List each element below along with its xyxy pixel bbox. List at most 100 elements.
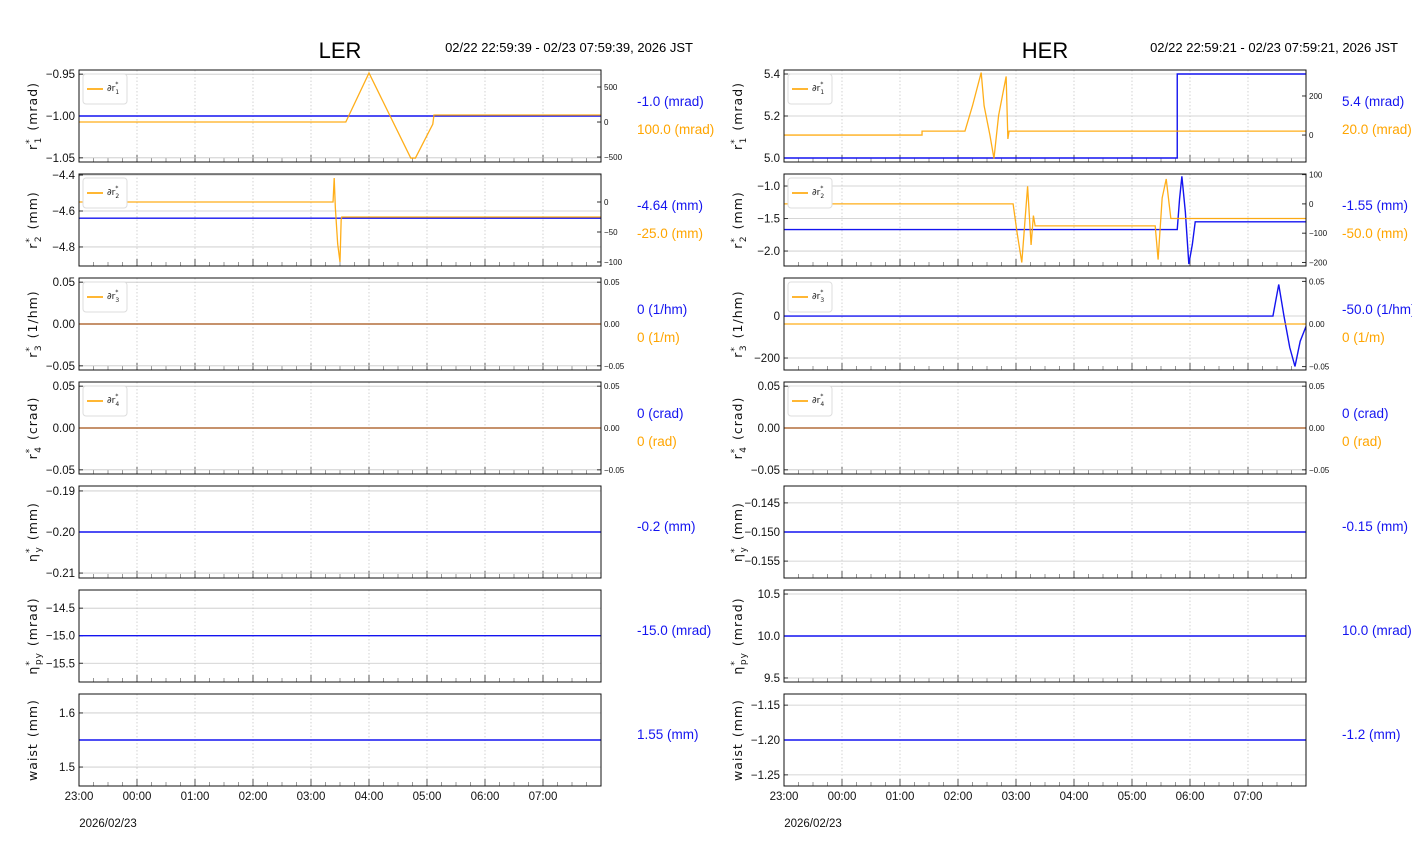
- x-tick-label: 05:00: [1118, 791, 1147, 803]
- panel-6: −1.15 −1.20 −1.25 waist (mm) -1.2 (mm): [730, 693, 1401, 787]
- right-y-tick-label: 0: [604, 198, 609, 207]
- x-tick-label: 03:00: [297, 791, 326, 803]
- y-tick-label: 1.5: [59, 762, 75, 774]
- panel-5: 10.510.09.5η*py(mrad) 10.0 (mrad): [730, 589, 1412, 685]
- y-tick-label: 0.00: [758, 423, 780, 435]
- y-tick-label: −0.05: [46, 465, 75, 477]
- y-tick-label: −1.5: [757, 214, 780, 226]
- y-tick-label: −15.0: [46, 631, 75, 643]
- y-tick-label: −0.155: [745, 556, 781, 568]
- legend: ∂r* 4: [82, 385, 128, 417]
- main-readout: -0.15 (mm): [1342, 519, 1408, 534]
- y-label-unit: (mm): [25, 699, 40, 737]
- y-axis-label: r*1(mrad): [25, 82, 44, 150]
- right-y-tick-label: 100: [1309, 171, 1323, 180]
- x-tick-label: 06:00: [1176, 791, 1205, 803]
- right-y-tick-label: 0.00: [604, 320, 620, 329]
- y-tick-label: −4.4: [52, 170, 75, 182]
- panel-frame: [783, 173, 1307, 267]
- main-readout: 0 (1/hm): [637, 302, 687, 317]
- right-y-tick-label: 0: [1309, 131, 1314, 140]
- legend-sup: *: [820, 185, 823, 192]
- right-y-tick-label: 0.00: [1309, 424, 1325, 433]
- y-tick-label: 0.05: [758, 381, 780, 393]
- y-tick-label: −0.05: [751, 465, 780, 477]
- y-label-symbol: η: [25, 553, 40, 562]
- diff-readout: 0 (1/m): [1342, 330, 1385, 345]
- y-tick-label: −1.05: [46, 153, 75, 165]
- legend-sup: *: [820, 393, 823, 400]
- legend: ∂r* 2: [787, 177, 833, 209]
- y-tick-label: 5.0: [764, 153, 780, 165]
- date-label: 2026/02/23: [79, 818, 137, 830]
- legend-sup: *: [820, 289, 823, 296]
- right-y-tick-label: 0.05: [1309, 277, 1325, 286]
- diff-series-line: [784, 178, 1306, 263]
- y-tick-label: −4.6: [52, 206, 75, 218]
- y-label-sub: 4: [739, 446, 749, 453]
- y-label-sub: 2: [739, 235, 749, 242]
- legend-symbol: ∂r: [812, 292, 821, 302]
- y-label-sub: 3: [739, 344, 749, 351]
- diff-series-line: [79, 177, 601, 263]
- diff-readout: 0 (1/m): [637, 330, 680, 345]
- y-axis-label: waist (mm): [25, 699, 40, 781]
- chart-title: HER: [1022, 38, 1068, 63]
- y-label-unit: (1/hm): [730, 290, 745, 338]
- x-tick-label: 06:00: [471, 791, 500, 803]
- legend-sup: *: [820, 81, 823, 88]
- legend-label: ∂r* 3: [107, 289, 119, 304]
- y-label-unit: (crad): [25, 397, 40, 440]
- diff-readout: -25.0 (mm): [637, 226, 703, 241]
- main-readout: 10.0 (mrad): [1342, 623, 1412, 638]
- y-label-symbol: η: [730, 553, 745, 562]
- y-tick-label: −0.145: [745, 498, 781, 510]
- right-y-tick-label: −0.05: [1309, 466, 1330, 475]
- y-tick-label: 1.6: [59, 708, 75, 720]
- right-y-tick-label: 0.05: [604, 278, 620, 287]
- y-tick-label: 0.05: [53, 381, 75, 393]
- legend-label: ∂r* 4: [812, 393, 824, 408]
- panel-5: −14.5−15.0−15.5η*py(mrad) -15.0 (mrad): [25, 589, 711, 683]
- legend-label: ∂r* 1: [812, 81, 824, 96]
- legend-sub: 4: [115, 401, 119, 408]
- y-label-symbol: η: [25, 666, 40, 675]
- y-tick-label: −15.5: [46, 658, 75, 670]
- right-y-tick-label: −0.05: [604, 362, 625, 371]
- y-label-sub: 3: [34, 344, 44, 351]
- x-tick-label: 02:00: [944, 791, 973, 803]
- right-y-tick-label: −100: [1309, 229, 1328, 238]
- y-tick-label: −1.20: [751, 735, 780, 747]
- x-tick-label: 07:00: [529, 791, 558, 803]
- legend-label: ∂r* 4: [107, 393, 119, 408]
- legend-label: ∂r* 1: [107, 81, 119, 96]
- main-readout: 0 (crad): [637, 406, 684, 421]
- date-label: 2026/02/23: [784, 818, 842, 830]
- legend-label: ∂r* 3: [812, 289, 824, 304]
- chart-title: LER: [319, 38, 362, 63]
- x-tick-label: 00:00: [828, 791, 857, 803]
- right-y-tick-label: 200: [1309, 92, 1323, 101]
- legend-symbol: ∂r: [107, 396, 116, 406]
- main-readout: -1.55 (mm): [1342, 198, 1408, 213]
- y-tick-label: 0: [774, 311, 780, 323]
- right-y-tick-label: −500: [604, 153, 623, 162]
- legend-sub: 1: [820, 89, 824, 96]
- y-label-symbol: waist: [730, 743, 745, 781]
- y-tick-label: −14.5: [46, 603, 75, 615]
- y-label-sub: 2: [34, 235, 44, 242]
- y-label-sub: y: [34, 546, 44, 552]
- y-axis-label: r*2(mm): [25, 191, 44, 248]
- right-y-tick-label: −200: [1309, 258, 1328, 267]
- y-tick-label: −1.00: [46, 111, 75, 123]
- y-label-unit: (1/hm): [25, 290, 40, 338]
- y-tick-label: 10.0: [758, 631, 780, 643]
- y-label-sub: y: [739, 546, 749, 552]
- y-tick-label: −4.8: [52, 242, 75, 254]
- panel-0: −0.95−1.00−1.05r*1(mrad) 5000−500∂r* 1-1.0…: [25, 69, 714, 165]
- main-series-line: [784, 284, 1307, 367]
- y-tick-label: −1.25: [751, 770, 780, 782]
- y-tick-label: −0.19: [46, 486, 75, 498]
- y-label-symbol: η: [730, 666, 745, 675]
- legend: ∂r* 4: [787, 385, 833, 417]
